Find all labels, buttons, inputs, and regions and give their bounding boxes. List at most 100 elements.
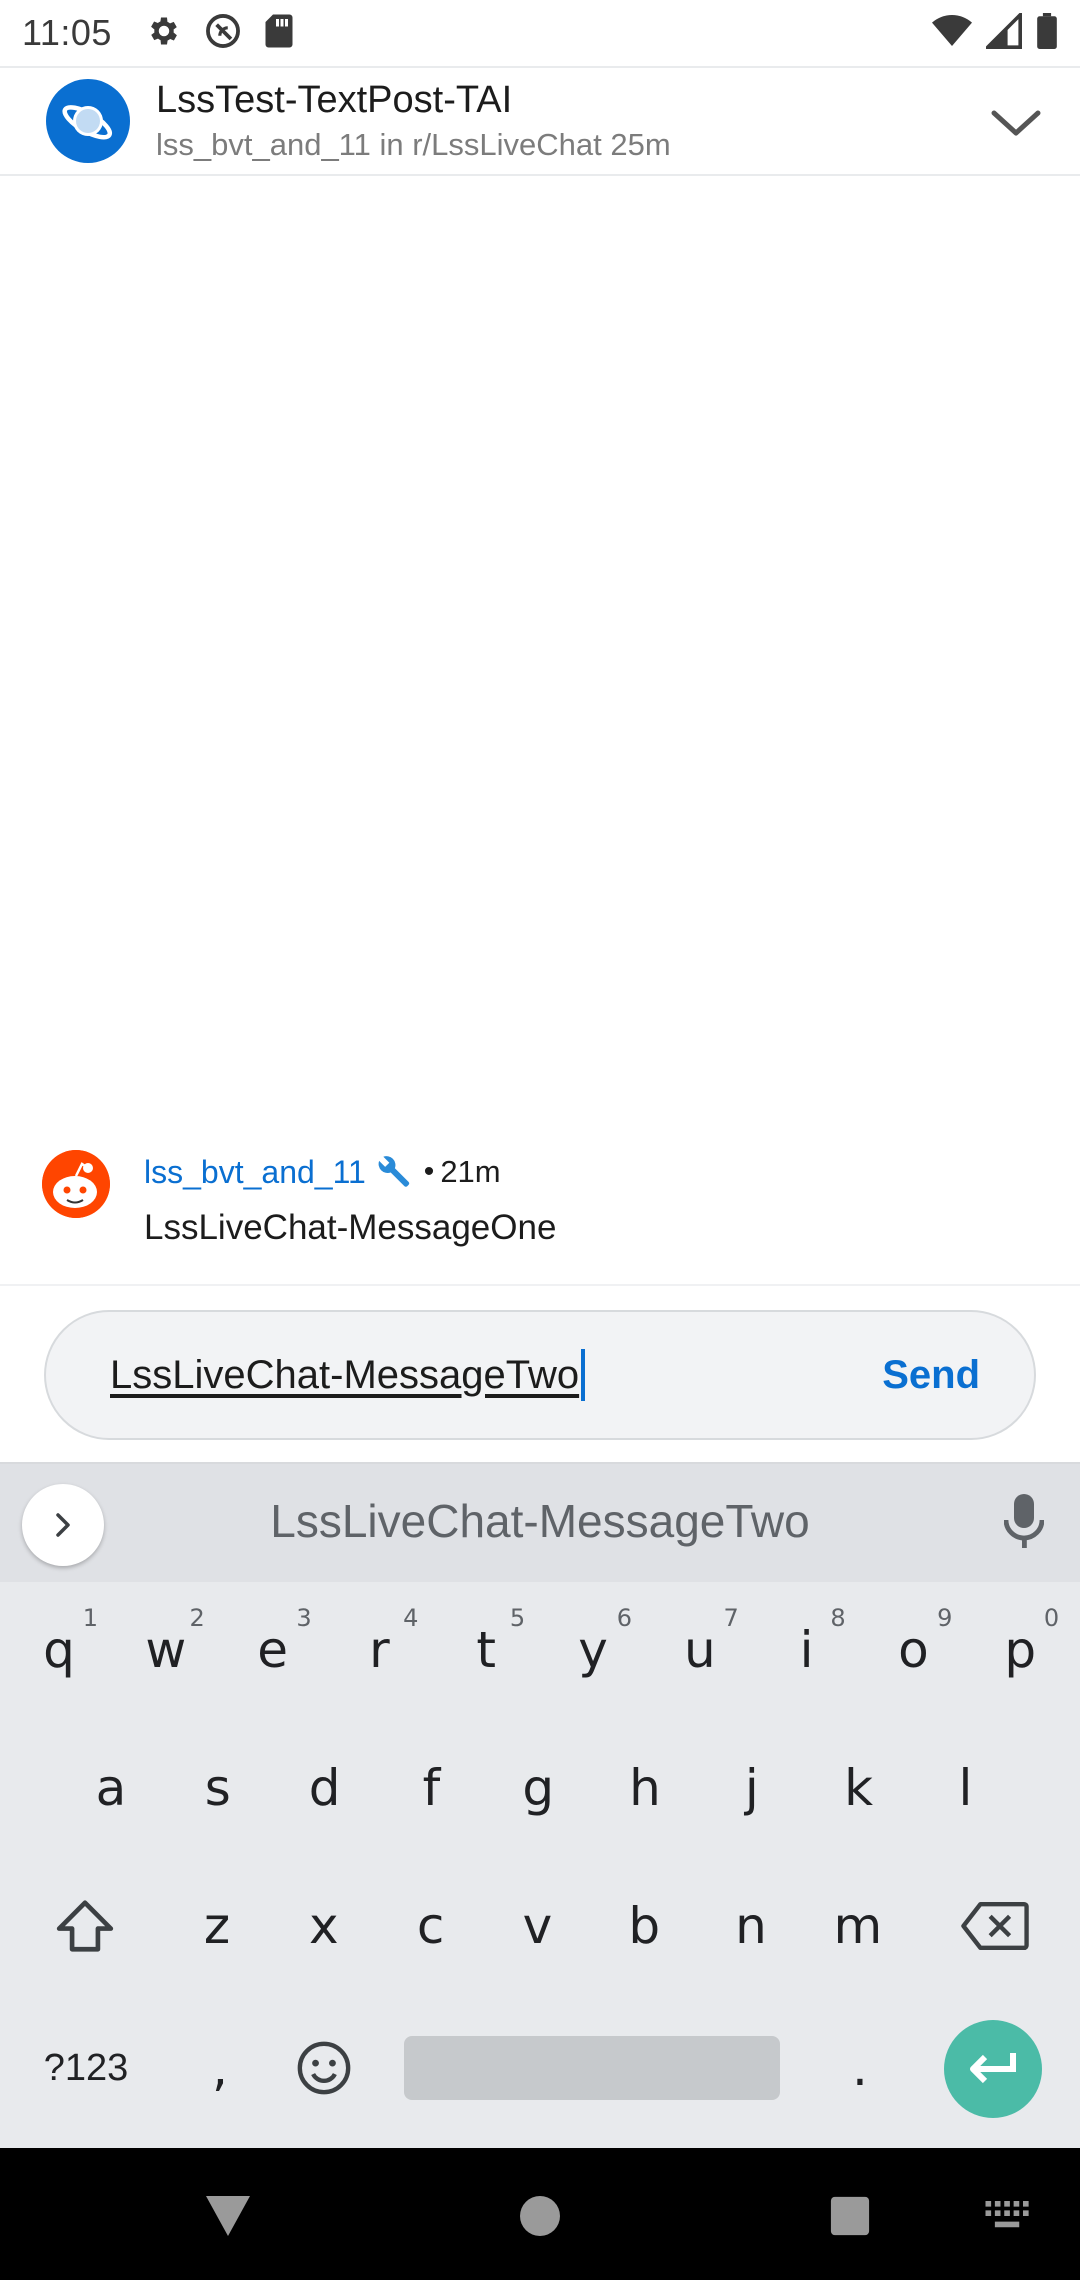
key-hint: 1 — [82, 1604, 98, 1632]
key-hint: 9 — [937, 1604, 953, 1632]
key-label: u — [683, 1621, 716, 1679]
message-composer[interactable]: LssLiveChat-MessageTwo Send — [44, 1310, 1036, 1440]
status-bar: 11:05 — [0, 0, 1080, 66]
emoji-icon[interactable] — [274, 2018, 374, 2118]
key-hint: 4 — [403, 1604, 419, 1632]
key-m[interactable]: m — [805, 1874, 911, 1978]
key-label: v — [522, 1897, 553, 1955]
key-h[interactable]: h — [592, 1736, 698, 1840]
do-not-disturb-icon — [204, 12, 242, 55]
key-label: a — [95, 1759, 127, 1817]
key-label: p — [1004, 1621, 1037, 1679]
key-p[interactable]: p0 — [967, 1598, 1073, 1702]
key-label: n — [735, 1897, 767, 1955]
key-j[interactable]: j — [699, 1736, 805, 1840]
key-z[interactable]: z — [164, 1874, 270, 1978]
key-q[interactable]: q1 — [6, 1598, 112, 1702]
key-label: q — [43, 1621, 75, 1679]
message-input-value: LssLiveChat-MessageTwo — [110, 1352, 580, 1397]
key-f[interactable]: f — [378, 1736, 484, 1840]
key-e[interactable]: e3 — [220, 1598, 326, 1702]
key-s[interactable]: s — [165, 1736, 271, 1840]
sd-card-icon — [264, 13, 294, 54]
keyboard-switch-icon[interactable] — [978, 2186, 1038, 2246]
post-meta: LssTest-TextPost-TAI lss_bvt_and_11 in r… — [156, 77, 671, 165]
key-hint: 0 — [1043, 1604, 1060, 1632]
enter-icon[interactable] — [944, 2020, 1042, 2118]
message-input[interactable]: LssLiveChat-MessageTwo — [110, 1353, 579, 1398]
key-label: e — [257, 1621, 288, 1679]
wrench-icon — [376, 1154, 412, 1190]
key-label: w — [145, 1621, 187, 1679]
key-c[interactable]: c — [378, 1874, 484, 1978]
key-r[interactable]: r4 — [326, 1598, 432, 1702]
key-hint: 5 — [509, 1604, 526, 1632]
message-author[interactable]: lss_bvt_and_11 — [144, 1154, 366, 1191]
microphone-icon[interactable] — [994, 1492, 1054, 1552]
post-subtitle: lss_bvt_and_11 in r/LssLiveChat 25m — [156, 127, 671, 162]
key-l[interactable]: l — [912, 1736, 1018, 1840]
planet-icon — [46, 79, 130, 163]
suggestion-word[interactable]: LssLiveChat-MessageTwo — [0, 1494, 1080, 1548]
cell-signal-icon — [983, 9, 1022, 54]
recents-icon[interactable] — [820, 2186, 880, 2246]
shift-icon[interactable] — [30, 1874, 140, 1978]
message-meta: lss_bvt_and_11 • 21m — [144, 1148, 556, 1196]
key-a[interactable]: a — [58, 1736, 164, 1840]
key-label: k — [844, 1759, 874, 1817]
soft-keyboard: LssLiveChat-MessageTwo q1w2e3r4t5y6u7i8o… — [0, 1462, 1080, 2148]
text-caret — [581, 1349, 586, 1401]
message-text: LssLiveChat-MessageOne — [144, 1208, 557, 1247]
key-x[interactable]: x — [271, 1874, 377, 1978]
period-key[interactable]: . — [810, 2018, 910, 2118]
key-hint: 8 — [830, 1604, 846, 1632]
home-icon[interactable] — [510, 2186, 570, 2246]
key-k[interactable]: k — [806, 1736, 912, 1840]
chat-message[interactable]: lss_bvt_and_11 • 21m LssLiveChat-Message… — [0, 1140, 1080, 1280]
chevron-down-icon[interactable] — [988, 96, 1044, 152]
key-v[interactable]: v — [484, 1874, 590, 1978]
key-label: j — [744, 1759, 759, 1817]
navigation-bar — [0, 2148, 1080, 2280]
gear-icon — [146, 13, 182, 54]
key-hint: 7 — [723, 1604, 739, 1632]
key-o[interactable]: o9 — [860, 1598, 966, 1702]
key-n[interactable]: n — [698, 1874, 804, 1978]
key-label: b — [628, 1897, 661, 1955]
message-time: 21m — [440, 1154, 501, 1189]
key-y[interactable]: y6 — [540, 1598, 646, 1702]
divider — [0, 1284, 1080, 1286]
key-label: d — [308, 1759, 341, 1817]
avatar[interactable] — [42, 1150, 110, 1218]
key-label: f — [422, 1759, 441, 1817]
post-header[interactable]: LssTest-TextPost-TAI lss_bvt_and_11 in r… — [0, 66, 1080, 176]
meta-separator: • — [423, 1155, 435, 1188]
space-key[interactable] — [404, 2036, 780, 2100]
status-right-icons — [932, 9, 1058, 54]
post-title: LssTest-TextPost-TAI — [156, 79, 513, 121]
comma-key[interactable]: , — [170, 2018, 270, 2118]
back-icon[interactable] — [198, 2186, 258, 2246]
key-label: t — [476, 1621, 496, 1679]
key-u[interactable]: u7 — [647, 1598, 753, 1702]
key-label: z — [203, 1897, 231, 1955]
key-hint: 2 — [189, 1604, 205, 1632]
key-label: g — [522, 1759, 555, 1817]
key-label: i — [799, 1621, 814, 1679]
key-b[interactable]: b — [591, 1874, 697, 1978]
key-label: x — [309, 1897, 339, 1955]
key-t[interactable]: t5 — [433, 1598, 539, 1702]
key-d[interactable]: d — [272, 1736, 378, 1840]
key-hint: 6 — [616, 1604, 632, 1632]
key-label: y — [578, 1621, 608, 1679]
symbols-key[interactable]: ?123 — [14, 2018, 158, 2118]
key-hint: 3 — [296, 1604, 312, 1632]
key-g[interactable]: g — [485, 1736, 591, 1840]
key-w[interactable]: w2 — [113, 1598, 219, 1702]
backspace-icon[interactable] — [940, 1874, 1050, 1978]
wifi-icon — [932, 13, 972, 54]
status-time: 11:05 — [22, 12, 112, 53]
key-label: s — [204, 1759, 231, 1817]
key-i[interactable]: i8 — [754, 1598, 860, 1702]
send-button[interactable]: Send — [882, 1312, 980, 1438]
